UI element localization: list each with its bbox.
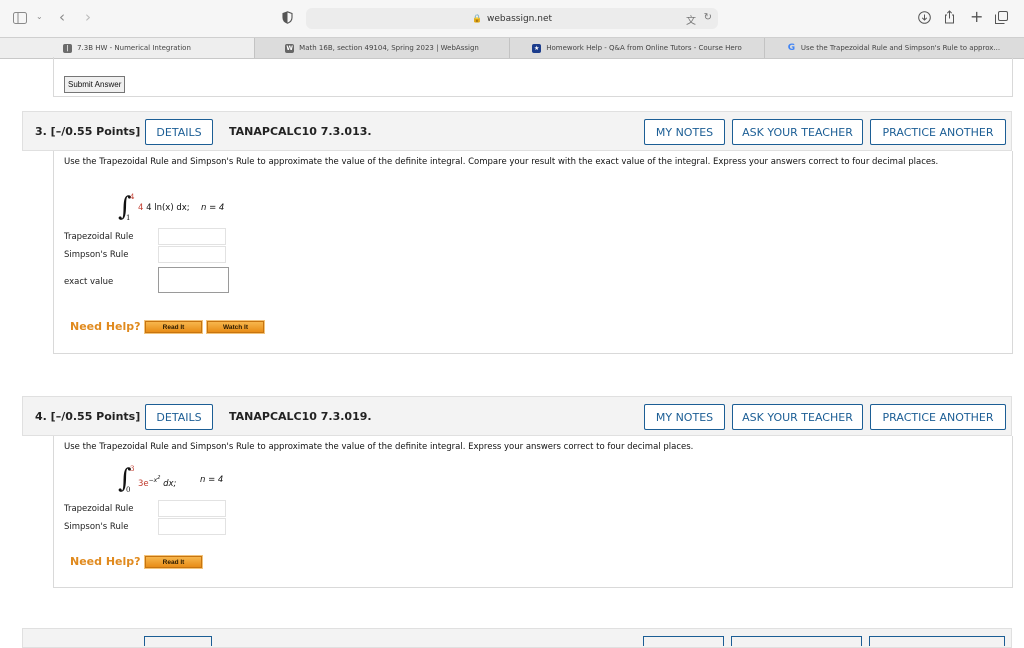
webassign-favicon-icon: | (63, 43, 73, 53)
ask-your-teacher-button[interactable]: ASK YOUR TEACHER (732, 119, 863, 145)
integral-expression: 4 4 ln(x) dx; (138, 203, 190, 213)
sidebar-icon[interactable] (13, 12, 27, 27)
details-button-partial[interactable] (144, 636, 212, 646)
forward-icon[interactable]: › (85, 10, 91, 25)
new-tab-icon[interactable]: + (970, 9, 983, 25)
translate-icon[interactable]: 文 (686, 12, 696, 27)
share-icon[interactable] (944, 10, 955, 27)
integral-upper-limit: 3 (130, 465, 135, 473)
details-button[interactable]: DETAILS (145, 404, 213, 430)
shield-icon[interactable] (282, 11, 293, 27)
question-3-code: TANAPCALC10 7.3.013. (229, 125, 372, 138)
question-4-text: Use the Trapezoidal Rule and Simpson's R… (64, 442, 694, 452)
chevron-down-icon[interactable]: ⌄ (36, 13, 43, 21)
google-icon: G (787, 42, 796, 53)
ask-your-teacher-button-partial[interactable] (731, 636, 862, 646)
question-3-points: 3. [–/0.55 Points] (35, 125, 141, 138)
previous-question-body (53, 57, 1013, 97)
practice-another-button[interactable]: PRACTICE ANOTHER (870, 119, 1006, 145)
download-icon[interactable] (918, 11, 931, 27)
integral-expression: 3e−x2 dx; (138, 475, 176, 489)
tab-bar: | 7.3B HW - Numerical Integration W Math… (0, 37, 1024, 59)
integrand-dx: dx; (160, 478, 177, 489)
address-bar[interactable]: 🔒 webassign.net 文 ↻ (306, 8, 718, 29)
ask-your-teacher-button[interactable]: ASK YOUR TEACHER (732, 404, 863, 430)
address-text: webassign.net (486, 13, 553, 24)
trapezoidal-input[interactable] (158, 500, 226, 517)
practice-another-button[interactable]: PRACTICE ANOTHER (870, 404, 1006, 430)
integral-upper-limit: 4 (130, 193, 135, 201)
back-icon[interactable]: ‹ (59, 10, 65, 25)
read-it-button[interactable]: Read It (144, 555, 203, 569)
simpsons-label: Simpson's Rule (64, 250, 129, 260)
question-3-text: Use the Trapezoidal Rule and Simpson's R… (64, 157, 939, 167)
practice-another-button-partial[interactable] (869, 636, 1005, 646)
exact-value-label: exact value (64, 277, 114, 287)
read-it-button[interactable]: Read It (144, 320, 203, 334)
integral-n: n = 4 (201, 203, 225, 213)
question-4-header: 4. [–/0.55 Points] DETAILS TANAPCALC10 7… (22, 396, 1012, 436)
tab-coursehero[interactable]: ★ Homework Help - Q&A from Online Tutors… (510, 38, 765, 58)
webassign-w-icon: W (285, 43, 295, 53)
tab-label: Use the Trapezoidal Rule and Simpson's R… (800, 44, 1001, 52)
exact-value-input[interactable] (158, 267, 229, 293)
tab-label: 7.3B HW - Numerical Integration (77, 44, 191, 52)
tab-math16b[interactable]: W Math 16B, section 49104, Spring 2023 |… (255, 38, 510, 58)
trapezoidal-label: Trapezoidal Rule (64, 504, 134, 514)
simpsons-input[interactable] (158, 518, 226, 535)
submit-answer-button[interactable]: Submit Answer (64, 76, 126, 93)
need-help-label: Need Help? (70, 555, 141, 568)
integrand-coefficient: 3e (138, 478, 149, 489)
lock-icon: 🔒 (471, 14, 482, 23)
question-4-integral: ∫ 3 0 3e−x2 dx; n = 4 (118, 465, 318, 496)
integral-lower-limit: 0 (126, 486, 131, 494)
question-4-points: 4. [–/0.55 Points] (35, 410, 141, 423)
my-notes-button[interactable]: MY NOTES (644, 119, 725, 145)
reload-icon[interactable]: ↻ (704, 12, 712, 23)
simpsons-label: Simpson's Rule (64, 522, 129, 532)
my-notes-button-partial[interactable] (643, 636, 724, 646)
tab-overview-icon[interactable] (995, 11, 1008, 27)
tab-google[interactable]: G Use the Trapezoidal Rule and Simpson's… (765, 38, 1022, 58)
integral-lower-limit: 1 (126, 214, 131, 222)
coursehero-icon: ★ (532, 43, 542, 53)
tab-label: Math 16B, section 49104, Spring 2023 | W… (299, 44, 479, 52)
question-3-header: 3. [–/0.55 Points] DETAILS TANAPCALC10 7… (22, 111, 1012, 151)
trapezoidal-input[interactable] (158, 228, 226, 245)
question-3-integral: ∫ 4 1 4 4 ln(x) dx; n = 4 (118, 193, 318, 224)
integrand: 4 ln(x) dx; (146, 203, 190, 213)
watch-it-button[interactable]: Watch It (206, 320, 265, 334)
tab-homework[interactable]: | 7.3B HW - Numerical Integration (0, 38, 255, 58)
trapezoidal-label: Trapezoidal Rule (64, 232, 134, 242)
browser-toolbar: ⌄ ‹ › 🔒 webassign.net 文 ↻ + (0, 0, 1024, 37)
integral-n: n = 4 (200, 475, 224, 485)
question-4-code: TANAPCALC10 7.3.019. (229, 410, 372, 423)
simpsons-input[interactable] (158, 246, 226, 263)
tab-label: Homework Help - Q&A from Online Tutors -… (546, 44, 742, 52)
need-help-label: Need Help? (70, 320, 141, 333)
details-button[interactable]: DETAILS (145, 119, 213, 145)
my-notes-button[interactable]: MY NOTES (644, 404, 725, 430)
integrand-exponent: −x (148, 477, 158, 484)
